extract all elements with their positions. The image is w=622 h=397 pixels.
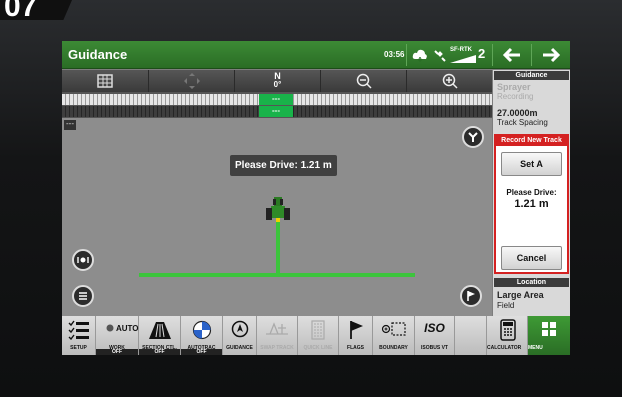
calculator-label: CALCULATOR bbox=[487, 345, 522, 351]
zoom-out-button[interactable] bbox=[321, 70, 407, 92]
gps-satellite-count: 2 bbox=[478, 46, 486, 61]
please-drive-value: 1.21 m bbox=[514, 198, 549, 210]
menu-grid-icon bbox=[542, 322, 556, 336]
compass[interactable]: N 0° bbox=[235, 70, 321, 92]
bottom-dock: SETUP AUTO WORK OFF SECTION CTL. OFF AUT… bbox=[62, 316, 570, 355]
zoom-in-button[interactable] bbox=[407, 70, 492, 92]
boundary-label: BOUNDARY bbox=[379, 345, 408, 351]
cancel-button[interactable]: Cancel bbox=[501, 246, 562, 270]
implement-status: Recording bbox=[497, 92, 534, 101]
satellite-icon[interactable] bbox=[434, 48, 448, 67]
record-new-track-header: Record New Track bbox=[496, 136, 567, 146]
header-divider bbox=[406, 44, 407, 66]
lightbar-center-top: --- bbox=[259, 94, 293, 105]
autotrac-state: OFF bbox=[181, 349, 222, 355]
tractor-icon bbox=[266, 197, 290, 222]
section-control-button[interactable]: SECTION CTL. OFF bbox=[139, 316, 181, 355]
menu-button[interactable]: MENU bbox=[528, 316, 570, 355]
section-control-icon bbox=[148, 322, 171, 339]
location-field: Field bbox=[497, 301, 515, 310]
menu-label: MENU bbox=[528, 345, 543, 351]
guidance-steering-icon bbox=[231, 320, 248, 338]
layers-button[interactable] bbox=[72, 285, 94, 307]
nudge-icon bbox=[77, 257, 89, 263]
boundary-button[interactable]: BOUNDARY bbox=[373, 316, 415, 355]
map-toolbar: N 0° bbox=[62, 70, 492, 92]
guidance-map[interactable]: --- Please Drive: 1.21 m bbox=[62, 118, 492, 316]
isobus-vt-button[interactable]: ISO ISOBUS VT bbox=[415, 316, 455, 355]
guidance-button[interactable]: GUIDANCE bbox=[223, 316, 257, 355]
guidance-lightbar: --- --- bbox=[62, 92, 492, 118]
boundary-icon bbox=[381, 322, 406, 336]
calculator-button[interactable]: CALCULATOR bbox=[486, 316, 528, 355]
quick-line-icon bbox=[311, 320, 325, 340]
corner-badge: 07 bbox=[0, 0, 72, 20]
title-bar: Guidance 03:56 SF-RTK 2 bbox=[62, 41, 570, 69]
swap-track-icon bbox=[266, 322, 288, 335]
clock: 03:56 bbox=[384, 50, 405, 59]
setup-button[interactable]: SETUP bbox=[62, 316, 96, 355]
isobus-vt-label: ISOBUS VT bbox=[421, 345, 448, 351]
flag-button[interactable] bbox=[460, 285, 482, 307]
guidance-side-panel: Guidance Sprayer Recording 27.0000m Trac… bbox=[493, 70, 570, 316]
pan-button[interactable] bbox=[149, 70, 235, 92]
swap-track-label: SWAP TRACK bbox=[260, 345, 294, 351]
zoom-out-icon bbox=[356, 73, 372, 89]
guidance-label: GUIDANCE bbox=[226, 345, 253, 351]
map-view-button[interactable] bbox=[62, 70, 149, 92]
header-divider bbox=[492, 44, 493, 66]
forward-button[interactable] bbox=[533, 41, 569, 69]
record-dot-icon bbox=[106, 324, 114, 332]
record-new-track-box: Record New Track Set A Please Drive: 1.2… bbox=[494, 134, 569, 274]
flag-icon bbox=[349, 321, 363, 339]
steering-wheel-button[interactable] bbox=[462, 126, 484, 148]
autotrac-icon bbox=[192, 320, 211, 340]
location-panel-header: Location bbox=[494, 278, 569, 287]
guidance-panel-header: Guidance bbox=[494, 71, 569, 80]
section-control-state: OFF bbox=[139, 349, 180, 355]
grid-map-icon bbox=[97, 74, 113, 88]
set-a-button[interactable]: Set A bbox=[501, 152, 562, 176]
display-screen: Guidance 03:56 SF-RTK 2 N 0° --- --- ---… bbox=[62, 41, 570, 355]
please-drive-label: Please Drive: bbox=[506, 188, 557, 197]
swap-track-button[interactable]: SWAP TRACK bbox=[257, 316, 298, 355]
arrow-left-icon bbox=[502, 47, 520, 63]
nudge-button[interactable] bbox=[72, 249, 94, 271]
steering-fork-icon bbox=[468, 132, 478, 142]
autotrac-button[interactable]: AUTOTRAC OFF bbox=[181, 316, 223, 355]
quick-line-button[interactable]: QUICK LINE bbox=[298, 316, 339, 355]
list-icon bbox=[79, 292, 87, 300]
calculator-icon bbox=[500, 319, 516, 341]
arrow-right-icon bbox=[543, 47, 561, 63]
iso-icon: ISO bbox=[424, 321, 445, 335]
lightbar-center-bottom: --- bbox=[259, 106, 293, 117]
compass-degrees: 0° bbox=[273, 80, 282, 89]
zoom-in-icon bbox=[442, 73, 458, 89]
location-name: Large Area bbox=[497, 290, 544, 300]
work-button[interactable]: AUTO WORK OFF bbox=[96, 316, 139, 355]
flags-button[interactable]: FLAGS bbox=[339, 316, 373, 355]
signal-bars-icon bbox=[450, 55, 476, 63]
setup-label: SETUP bbox=[70, 345, 87, 351]
flags-label: FLAGS bbox=[347, 345, 364, 351]
cloud-connection-icon[interactable] bbox=[412, 48, 428, 67]
gps-signal-label: SF-RTK bbox=[450, 47, 472, 53]
quick-line-label: QUICK LINE bbox=[303, 345, 333, 351]
flag-icon bbox=[467, 291, 475, 301]
implement-name: Sprayer bbox=[497, 82, 531, 92]
pan-arrows-icon bbox=[183, 73, 200, 89]
track-spacing-label: Track Spacing bbox=[497, 118, 548, 127]
work-auto-label: AUTO bbox=[116, 324, 139, 333]
track-spacing-value: 27.0000m bbox=[497, 108, 538, 118]
page-title: Guidance bbox=[68, 47, 128, 62]
header-divider bbox=[531, 44, 532, 66]
checklist-icon bbox=[68, 320, 89, 340]
back-button[interactable] bbox=[494, 41, 530, 69]
work-state: OFF bbox=[96, 349, 138, 355]
